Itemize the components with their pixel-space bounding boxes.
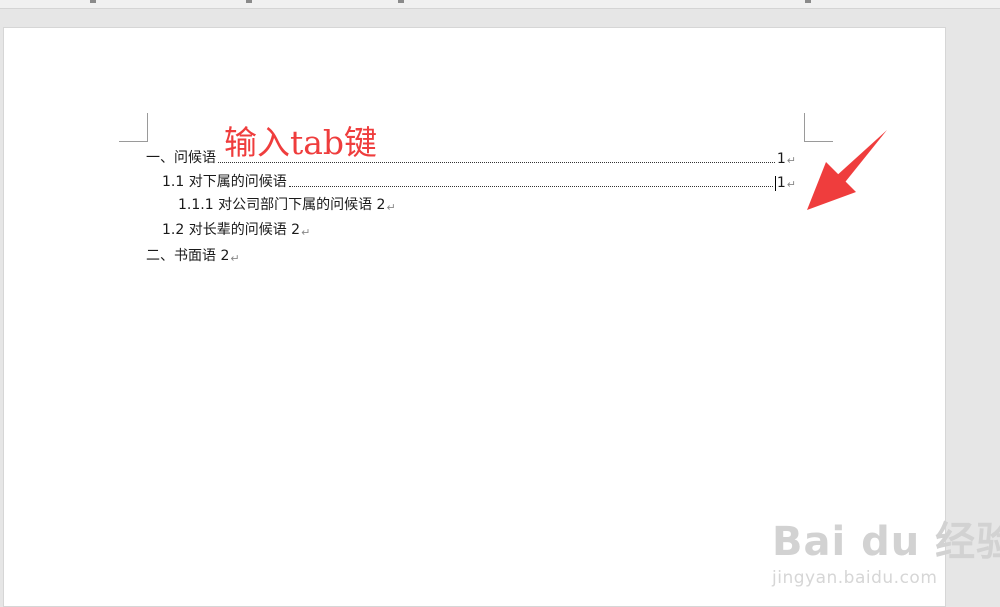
paragraph-mark: ↵ [786,178,796,191]
document-page[interactable]: 输入tab键 一、问候语 1 ↵ 1.1 对下属的问候语 1 ↵ 1.1.1 对… [3,27,1000,607]
text-cursor [774,176,776,191]
toc-entry-text: 1.1 对下属的问候语 [162,174,287,190]
toc-entry-text: 1.2 对长辈的问候语 2 [162,222,301,238]
toc-entry-level2[interactable]: 1.1 对下属的问候语 1 ↵ [162,169,796,191]
toc-entry-level3[interactable]: 1.1.1 对公司部门下属的问候语 2 ↵ [178,192,396,214]
toc-entry-text: 二、书面语 2 [146,248,230,264]
ribbon-edge [0,0,1000,9]
ribbon-marker [90,0,96,3]
margin-corner-left [119,113,148,142]
toc-entry-text: 1.1.1 对公司部门下属的问候语 2 [178,197,386,213]
paragraph-mark: ↵ [230,252,240,265]
toc-page-number: 1 [776,175,786,191]
watermark-logo: Bai du 经验 [772,519,1000,565]
dot-leader [288,185,773,187]
toc-entry-level1[interactable]: 二、书面语 2 ↵ [146,243,240,265]
toc-page-number: 1 [776,151,786,167]
toc-entry-text: 一、问候语 [146,150,216,166]
ribbon-marker [805,0,811,3]
paragraph-mark: ↵ [786,154,796,167]
paragraph-mark: ↵ [301,226,311,239]
annotation-arrow-icon [807,130,887,210]
toc-entry-level2[interactable]: 1.2 对长辈的问候语 2 ↵ [162,217,310,239]
toc-entry-level1[interactable]: 一、问候语 1 ↵ [146,145,796,167]
paragraph-mark: ↵ [386,201,396,214]
ribbon-marker [398,0,404,3]
ribbon-marker [246,0,252,3]
watermark-url: jingyan.baidu.com [772,568,938,588]
baidu-watermark: Bai du 经验 jingyan.baidu.com [772,520,1000,588]
dot-leader [218,161,775,163]
